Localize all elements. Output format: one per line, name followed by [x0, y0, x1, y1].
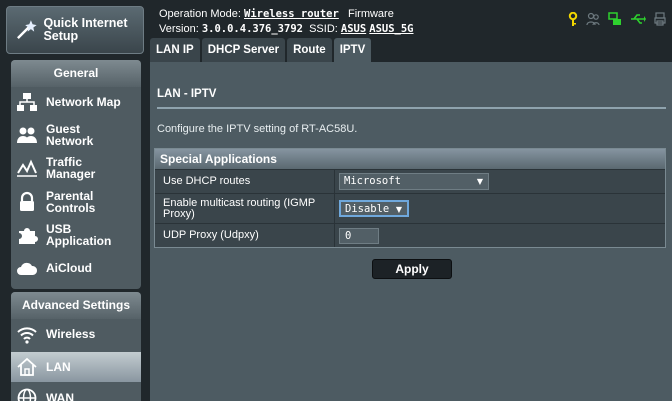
- dropdown-arrow-icon: ▼: [476, 177, 483, 186]
- tab-lan-ip[interactable]: LAN IP: [150, 38, 200, 62]
- sidebar-item-label: Parental Controls: [46, 188, 96, 215]
- sidebar-item-label: USB Application: [46, 221, 112, 248]
- sidebar: Quick Internet Setup General Network Map…: [0, 0, 150, 401]
- sidebar-item-label: Network Map: [46, 94, 121, 109]
- wifi-icon: [17, 327, 37, 344]
- general-panel: General Network Map Guest Network Traffi…: [11, 60, 141, 289]
- operation-mode-label: Operation Mode:: [159, 8, 241, 20]
- ssid-5g-link[interactable]: ASUS_5G: [369, 23, 413, 35]
- firmware-label: Firmware: [348, 8, 394, 20]
- ssid-label: SSID:: [309, 23, 338, 35]
- usb-icon[interactable]: [630, 12, 646, 26]
- sidebar-item-wireless[interactable]: Wireless: [11, 319, 141, 349]
- general-header: General: [11, 60, 141, 87]
- select-value: Disable: [345, 203, 390, 215]
- puzzle-icon: [19, 228, 38, 244]
- status-icons: [568, 12, 666, 26]
- sidebar-item-label: WAN: [46, 390, 74, 401]
- lock-icon: [20, 191, 34, 211]
- sidebar-item-guest-network[interactable]: Guest Network: [11, 120, 141, 150]
- key-icon[interactable]: [568, 12, 578, 26]
- network-map-icon: [17, 93, 37, 111]
- operation-mode-link[interactable]: Wireless router: [244, 8, 339, 20]
- users-icon[interactable]: [586, 12, 600, 26]
- sidebar-item-usb-application[interactable]: USB Application: [11, 220, 141, 250]
- use-dhcp-routes-cell: Microsoft ▼: [335, 170, 665, 193]
- sidebar-item-label: Wireless: [46, 326, 96, 341]
- globe-icon: [17, 388, 37, 401]
- sidebar-item-label: LAN: [46, 359, 71, 374]
- apply-button[interactable]: Apply: [372, 259, 452, 279]
- use-dhcp-routes-label: Use DHCP routes: [155, 170, 335, 193]
- table-row: UDP Proxy (Udpxy) 0: [155, 223, 665, 247]
- firmware-version-link[interactable]: 3.0.0.4.376_3792: [202, 23, 303, 35]
- advanced-settings-panel: Advanced Settings Wireless LAN WAN: [11, 292, 141, 401]
- main-content: LAN - IPTV Configure the IPTV setting of…: [150, 62, 672, 401]
- internet-status-icon[interactable]: [608, 12, 622, 26]
- guest-network-icon: [17, 127, 37, 143]
- home-icon: [17, 357, 37, 376]
- page-description: Configure the IPTV setting of RT-AC58U.: [157, 123, 358, 135]
- udp-proxy-cell: 0: [335, 224, 665, 247]
- quick-internet-setup-button[interactable]: Quick Internet Setup: [6, 6, 144, 54]
- sidebar-item-lan[interactable]: LAN: [11, 352, 141, 382]
- multicast-routing-select[interactable]: Disable ▼: [339, 200, 409, 217]
- sidebar-item-parental-controls[interactable]: Parental Controls: [11, 187, 141, 217]
- cloud-icon: [17, 262, 38, 275]
- sidebar-item-label: Guest Network: [46, 121, 94, 148]
- use-dhcp-routes-select[interactable]: Microsoft ▼: [339, 173, 489, 190]
- page-title: LAN - IPTV: [157, 88, 217, 100]
- tab-iptv[interactable]: IPTV: [333, 38, 372, 62]
- version-label: Version:: [159, 23, 199, 35]
- sidebar-item-network-map[interactable]: Network Map: [11, 87, 141, 117]
- title-divider: [157, 107, 666, 109]
- wizard-wand-icon: [17, 20, 37, 40]
- tab-route[interactable]: Route: [287, 38, 332, 62]
- table-row: Use DHCP routes Microsoft ▼: [155, 169, 665, 193]
- section-header: Special Applications: [155, 149, 665, 169]
- sidebar-item-aicloud[interactable]: AiCloud: [11, 253, 141, 283]
- table-row: Enable multicast routing (IGMP Proxy) Di…: [155, 193, 665, 223]
- udp-proxy-input[interactable]: 0: [339, 227, 379, 244]
- sidebar-item-traffic-manager[interactable]: Traffic Manager: [11, 153, 141, 183]
- quick-internet-setup-label: Quick Internet Setup: [43, 16, 128, 43]
- sidebar-item-wan[interactable]: WAN: [11, 385, 141, 401]
- select-value: Microsoft: [344, 175, 401, 187]
- sidebar-item-label: Traffic Manager: [46, 154, 96, 181]
- dropdown-arrow-icon: ▼: [395, 205, 402, 214]
- multicast-routing-label: Enable multicast routing (IGMP Proxy): [155, 194, 335, 223]
- tab-bar: LAN IP DHCP Server Route IPTV: [150, 38, 373, 62]
- special-applications-table: Special Applications Use DHCP routes Mic…: [154, 148, 666, 248]
- operation-mode-line: Operation Mode: Wireless router Firmware: [159, 8, 394, 20]
- version-line: Version: 3.0.0.4.376_3792 SSID: ASUS ASU…: [159, 23, 414, 35]
- top-header: Operation Mode: Wireless router Firmware…: [150, 0, 672, 38]
- advanced-settings-header: Advanced Settings: [11, 292, 141, 319]
- printer-icon[interactable]: [654, 12, 666, 26]
- udp-proxy-label: UDP Proxy (Udpxy): [155, 224, 335, 247]
- sidebar-item-label: AiCloud: [46, 260, 92, 275]
- multicast-routing-cell: Disable ▼: [335, 194, 665, 223]
- tab-dhcp-server[interactable]: DHCP Server: [201, 38, 286, 62]
- ssid-2g-link[interactable]: ASUS: [341, 23, 366, 35]
- traffic-manager-icon: [17, 159, 37, 177]
